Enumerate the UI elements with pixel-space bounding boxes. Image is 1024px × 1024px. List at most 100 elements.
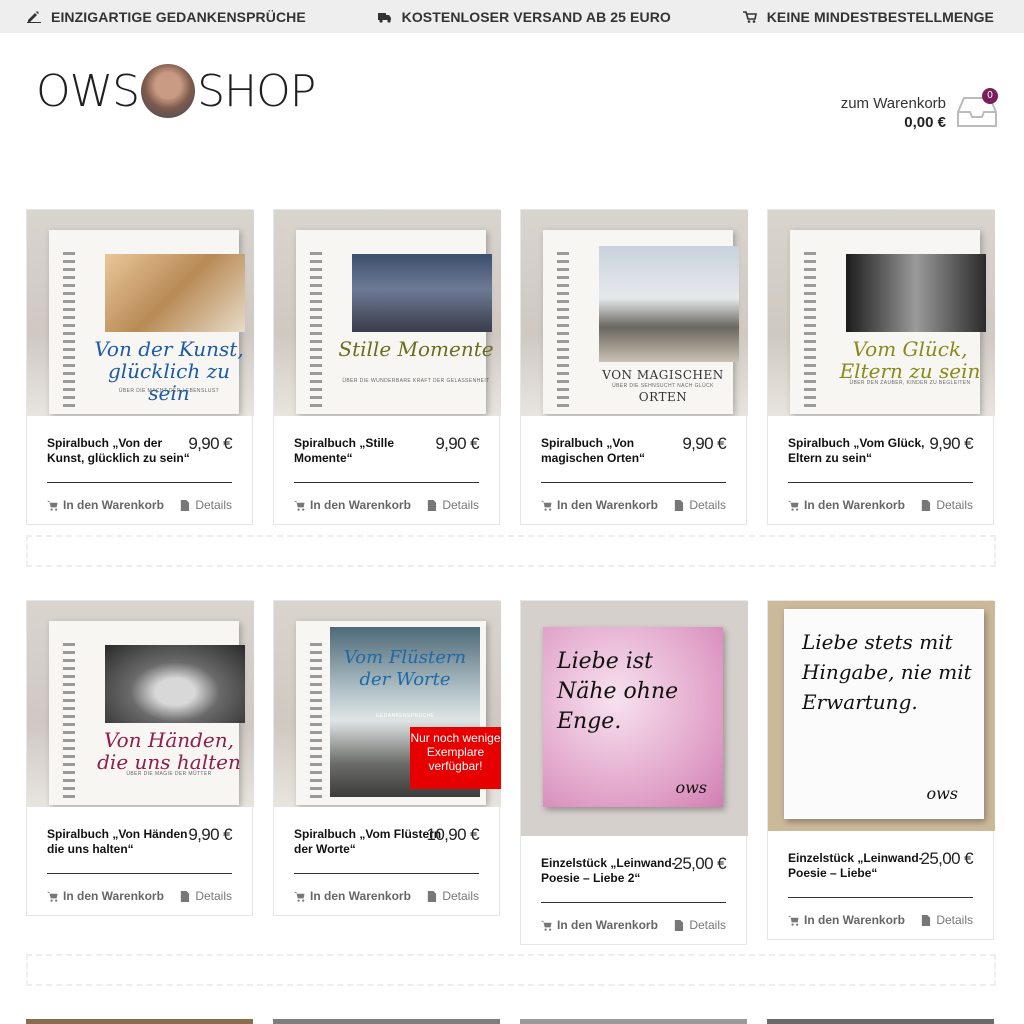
next-row-image-1 — [26, 1019, 253, 1024]
logo-text-right: SHOP — [197, 65, 316, 117]
product-title[interactable]: Spiralbuch „Von der Kunst, glücklich zu … — [47, 436, 197, 466]
usp-bar: EINZIGARTIGE GEDANKENSPRÜCHE KOSTENLOSER… — [0, 0, 1024, 33]
details-label: Details — [442, 498, 479, 512]
add-to-cart-label: In den Warenkorb — [63, 498, 164, 512]
product-title[interactable]: Spiralbuch „Stille Momente“ — [294, 436, 444, 466]
row-separator — [26, 535, 996, 567]
usp-text-min-order: KEINE MINDESTBESTELLMENGE — [766, 8, 994, 25]
row-separator — [26, 954, 996, 986]
logo-portrait — [141, 64, 196, 118]
product-card: VON MAGISCHEN ORTEN ÜBER DIE SEHNSUCHT N… — [520, 209, 748, 525]
details-label: Details — [689, 918, 726, 932]
add-to-cart-button[interactable]: In den Warenkorb — [47, 889, 164, 903]
cover-title: Von Händen, die uns halten — [97, 728, 241, 774]
canvas-signature: ows — [926, 784, 958, 803]
cover-title: Vom Glück, Eltern zu sein — [839, 337, 981, 383]
cart-bag[interactable]: 0 — [956, 88, 998, 132]
details-link[interactable]: Details — [920, 498, 973, 512]
product-price: 25,00 € — [920, 849, 973, 868]
document-icon — [922, 914, 931, 926]
add-to-cart-button[interactable]: In den Warenkorb — [294, 889, 411, 903]
product-image[interactable]: Liebe ist Nähe ohne Enge. ows — [521, 601, 748, 836]
cart-icon — [788, 500, 799, 511]
document-icon — [181, 499, 190, 511]
usp-text-sayings: EINZIGARTIGE GEDANKENSPRÜCHE — [51, 8, 306, 25]
details-label: Details — [689, 498, 726, 512]
product-image[interactable]: Vom Flüstern der Worte GEDANKENSPRÜCHE N… — [274, 601, 501, 807]
cover-subtitle: GEDANKENSPRÜCHE — [375, 713, 435, 719]
add-to-cart-button[interactable]: In den Warenkorb — [294, 498, 411, 512]
cover-subtitle: ÜBER DIE MAGIE DER MÜTTER — [126, 771, 212, 777]
product-title[interactable]: Einzelstück „Leinwand-Poesie – Liebe“ — [788, 851, 938, 881]
product-image[interactable]: Liebe stets mit Hingabe, nie mit Erwartu… — [768, 601, 995, 831]
usp-text-shipping: KOSTENLOSER VERSAND AB 25 EURO — [401, 8, 671, 25]
truck-icon — [377, 12, 391, 23]
details-link[interactable]: Details — [179, 889, 232, 903]
product-image[interactable]: Vom Glück, Eltern zu sein ÜBER DEN ZAUBE… — [768, 210, 995, 416]
product-title[interactable]: Einzelstück „Leinwand-Poesie – Liebe 2“ — [541, 856, 691, 886]
add-to-cart-label: In den Warenkorb — [557, 918, 658, 932]
add-to-cart-button[interactable]: In den Warenkorb — [788, 498, 905, 512]
cart-icon — [47, 500, 58, 511]
details-link[interactable]: Details — [673, 498, 726, 512]
product-image[interactable]: Von Händen, die uns halten ÜBER DIE MAGI… — [27, 601, 254, 807]
product-price: 9,90 € — [188, 825, 232, 844]
product-price: 9,90 € — [188, 434, 232, 453]
add-to-cart-button[interactable]: In den Warenkorb — [541, 918, 658, 932]
add-to-cart-label: In den Warenkorb — [63, 889, 164, 903]
add-to-cart-button[interactable]: In den Warenkorb — [541, 498, 658, 512]
product-card: Liebe ist Nähe ohne Enge. ows Einzelstüc… — [520, 600, 748, 945]
cart-icon — [294, 500, 305, 511]
details-label: Details — [195, 498, 232, 512]
product-title[interactable]: Spiralbuch „Von Händen die uns halten“ — [47, 827, 197, 857]
cover-title: Vom Flüstern der Worte — [343, 647, 467, 690]
cart-icon — [541, 920, 552, 931]
details-label: Details — [195, 889, 232, 903]
details-link[interactable]: Details — [920, 913, 973, 927]
cover-subtitle: ÜBER DIE WUNDERBARE KRAFT DER GELASSENHE… — [342, 378, 490, 384]
product-card: Liebe stets mit Hingabe, nie mit Erwartu… — [767, 600, 995, 940]
product-card: Vom Glück, Eltern zu sein ÜBER DEN ZAUBE… — [767, 209, 995, 525]
add-to-cart-button[interactable]: In den Warenkorb — [47, 498, 164, 512]
product-price: 25,00 € — [673, 854, 726, 873]
details-label: Details — [936, 498, 973, 512]
next-row-image-4 — [767, 1019, 994, 1024]
cover-title: Stille Momente — [338, 337, 494, 361]
cart-label[interactable]: zum Warenkorb — [841, 94, 946, 113]
cover-subtitle: ÜBER DIE SEHNSUCHT NACH GLÜCK — [612, 383, 714, 389]
cart-count-badge: 0 — [982, 88, 998, 104]
product-price: 9,90 € — [929, 434, 973, 453]
details-link[interactable]: Details — [426, 889, 479, 903]
product-title[interactable]: Spiralbuch „Von magischen Orten“ — [541, 436, 691, 466]
product-title[interactable]: Spiralbuch „Vom Glück, Eltern zu sein“ — [788, 436, 938, 466]
usp-item-sayings: EINZIGARTIGE GEDANKENSPRÜCHE — [27, 9, 306, 25]
add-to-cart-label: In den Warenkorb — [310, 889, 411, 903]
cover-title: Von der Kunst, glücklich zu sein — [94, 337, 244, 405]
shop-logo[interactable]: OWS SHOP — [36, 64, 316, 118]
product-card: Von Händen, die uns halten ÜBER DIE MAGI… — [26, 600, 254, 916]
product-image[interactable]: Stille Momente ÜBER DIE WUNDERBARE KRAFT… — [274, 210, 501, 416]
product-image[interactable]: Von der Kunst, glücklich zu sein ÜBER DI… — [27, 210, 254, 416]
product-card: Stille Momente ÜBER DIE WUNDERBARE KRAFT… — [273, 209, 501, 525]
next-row-image-3 — [520, 1019, 747, 1024]
details-label: Details — [442, 889, 479, 903]
low-stock-badge: Nur noch wenige Exemplare verfügbar! — [410, 727, 501, 789]
product-title[interactable]: Spiralbuch „Vom Flüstern der Worte“ — [294, 827, 444, 857]
document-icon — [675, 919, 684, 931]
details-link[interactable]: Details — [426, 498, 479, 512]
details-link[interactable]: Details — [179, 498, 232, 512]
cover-subtitle: ÜBER DIE MACHT DER LEBENSLUST — [118, 388, 220, 394]
mini-cart[interactable]: zum Warenkorb 0,00 € 0 — [841, 88, 998, 132]
add-to-cart-label: In den Warenkorb — [804, 913, 905, 927]
cart-icon — [788, 915, 799, 926]
product-card: Von der Kunst, glücklich zu sein ÜBER DI… — [26, 209, 254, 525]
add-to-cart-button[interactable]: In den Warenkorb — [788, 913, 905, 927]
document-icon — [428, 890, 437, 902]
document-icon — [181, 890, 190, 902]
product-price: 9,90 € — [682, 434, 726, 453]
document-icon — [922, 499, 931, 511]
product-card: Vom Flüstern der Worte GEDANKENSPRÜCHE N… — [273, 600, 501, 916]
cart-total: 0,00 € — [904, 114, 946, 131]
product-image[interactable]: VON MAGISCHEN ORTEN ÜBER DIE SEHNSUCHT N… — [521, 210, 748, 416]
details-link[interactable]: Details — [673, 918, 726, 932]
